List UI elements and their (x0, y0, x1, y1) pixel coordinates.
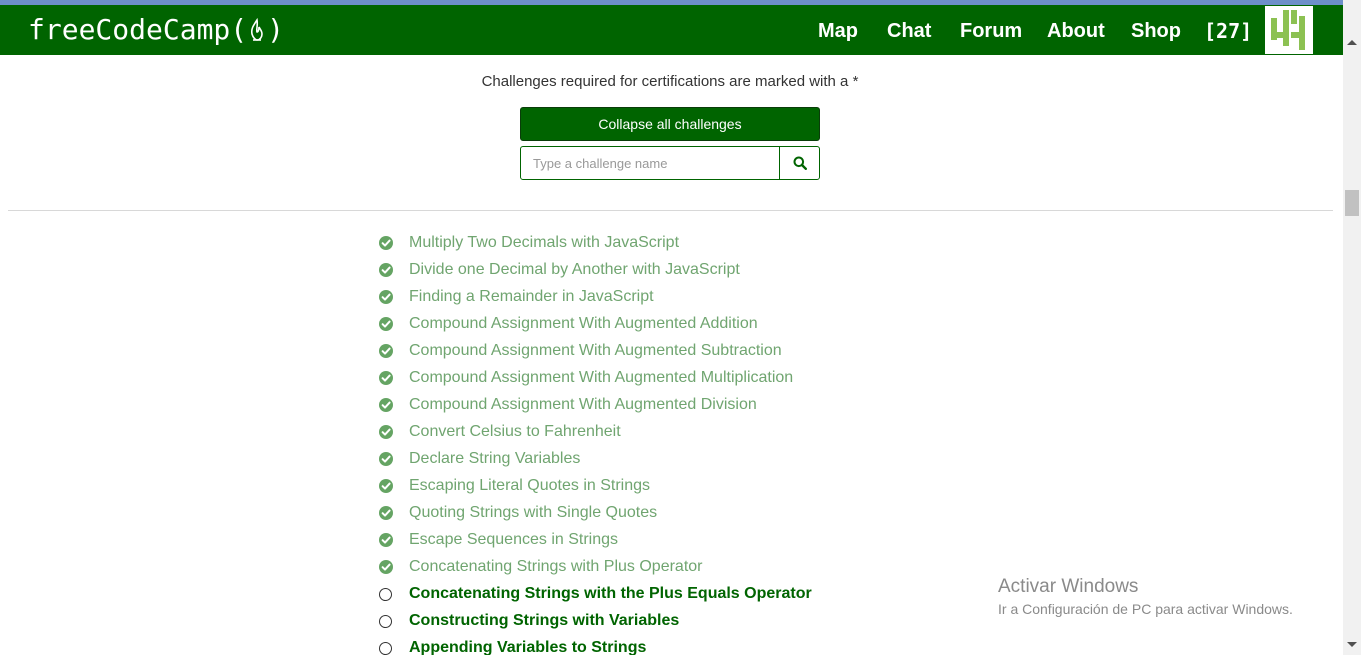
challenge-title[interactable]: Appending Variables to Strings (409, 637, 646, 655)
challenge-item[interactable]: Constructing Strings with Variables (0, 608, 1000, 635)
challenge-item[interactable]: Concatenating Strings with the Plus Equa… (0, 581, 1000, 608)
challenge-item[interactable]: Appending Variables to Strings (0, 635, 1000, 655)
challenge-list: Multiply Two Decimals with JavaScript Div… (0, 232, 1000, 655)
challenge-item[interactable]: Compound Assignment With Augmented Divis… (0, 392, 1000, 419)
check-circle-icon (379, 344, 393, 358)
avatar[interactable] (1265, 6, 1313, 54)
challenge-title[interactable]: Quoting Strings with Single Quotes (409, 502, 657, 524)
check-circle-icon (379, 236, 393, 250)
points-counter[interactable]: [27] (1204, 19, 1252, 43)
scroll-down-arrow-icon[interactable] (1347, 642, 1357, 647)
nav-link-about[interactable]: About (1047, 19, 1105, 43)
scrollbar-thumb[interactable] (1345, 190, 1359, 216)
certification-notice: Challenges required for certifications a… (481, 73, 859, 90)
challenge-item[interactable]: Convert Celsius to Fahrenheit (0, 419, 1000, 446)
challenge-title[interactable]: Escape Sequences in Strings (409, 529, 618, 551)
scrollbar-track[interactable] (1343, 0, 1361, 655)
section-divider (8, 210, 1333, 211)
empty-circle-icon (379, 588, 392, 601)
scroll-up-arrow-icon[interactable] (1347, 40, 1357, 45)
challenge-item[interactable]: Compound Assignment With Augmented Addit… (0, 311, 1000, 338)
challenge-title[interactable]: Constructing Strings with Variables (409, 610, 679, 632)
challenge-item[interactable]: Divide one Decimal by Another with JavaS… (0, 257, 1000, 284)
challenge-title[interactable]: Compound Assignment With Augmented Addit… (409, 313, 758, 335)
empty-circle-icon (379, 642, 392, 655)
search-button[interactable] (780, 147, 819, 179)
brand-text-close: ) (267, 13, 285, 46)
empty-circle-icon (379, 615, 392, 628)
nav-link-map[interactable]: Map (818, 19, 858, 43)
challenge-title[interactable]: Compound Assignment With Augmented Multi… (409, 367, 793, 389)
check-circle-icon (379, 290, 393, 304)
challenge-item[interactable]: Multiply Two Decimals with JavaScript (0, 232, 1000, 257)
challenge-item[interactable]: Escaping Literal Quotes in Strings (0, 473, 1000, 500)
challenge-item[interactable]: Compound Assignment With Augmented Subtr… (0, 338, 1000, 365)
challenge-title[interactable]: Declare String Variables (409, 448, 580, 470)
check-circle-icon (379, 506, 393, 520)
check-circle-icon (379, 452, 393, 466)
brand-logo[interactable]: freeCodeCamp() (28, 13, 284, 47)
check-circle-icon (379, 425, 393, 439)
check-circle-icon (379, 371, 393, 385)
challenge-title[interactable]: Escaping Literal Quotes in Strings (409, 475, 650, 497)
challenge-title[interactable]: Finding a Remainder in JavaScript (409, 286, 654, 308)
nav-link-chat[interactable]: Chat (887, 19, 931, 43)
check-circle-icon (379, 479, 393, 493)
challenge-item[interactable]: Quoting Strings with Single Quotes (0, 500, 1000, 527)
challenge-title[interactable]: Concatenating Strings with Plus Operator (409, 556, 702, 578)
challenge-title[interactable]: Compound Assignment With Augmented Divis… (409, 394, 757, 416)
challenge-item[interactable]: Finding a Remainder in JavaScript (0, 284, 1000, 311)
nav-link-forum[interactable]: Forum (960, 19, 1022, 43)
check-circle-icon (379, 560, 393, 574)
brand-text: freeCodeCamp( (28, 13, 248, 46)
challenge-item[interactable]: Compound Assignment With Augmented Multi… (0, 365, 1000, 392)
challenge-item[interactable]: Concatenating Strings with Plus Operator (0, 554, 1000, 581)
check-circle-icon (379, 263, 393, 277)
collapse-all-button[interactable]: Collapse all challenges (520, 107, 820, 141)
windows-activation-subtitle: Ir a Configuración de PC para activar Wi… (998, 601, 1293, 617)
challenge-list-viewport: Multiply Two Decimals with JavaScript Div… (0, 232, 1340, 655)
nav-link-shop[interactable]: Shop (1131, 19, 1181, 43)
check-circle-icon (379, 533, 393, 547)
challenge-title[interactable]: Multiply Two Decimals with JavaScript (409, 232, 679, 254)
navbar: freeCodeCamp() Map Chat Forum About Shop… (0, 5, 1343, 55)
check-circle-icon (379, 398, 393, 412)
challenge-title[interactable]: Divide one Decimal by Another with JavaS… (409, 259, 740, 281)
search-icon (793, 156, 807, 170)
challenge-search (520, 146, 820, 180)
windows-activation-title: Activar Windows (998, 576, 1139, 597)
challenge-title[interactable]: Compound Assignment With Augmented Subtr… (409, 340, 782, 362)
check-circle-icon (379, 317, 393, 331)
challenge-title[interactable]: Concatenating Strings with the Plus Equa… (409, 583, 812, 605)
flame-icon (251, 17, 263, 41)
search-input[interactable] (521, 147, 780, 179)
challenge-item[interactable]: Declare String Variables (0, 446, 1000, 473)
challenge-item[interactable]: Escape Sequences in Strings (0, 527, 1000, 554)
challenge-title[interactable]: Convert Celsius to Fahrenheit (409, 421, 621, 443)
